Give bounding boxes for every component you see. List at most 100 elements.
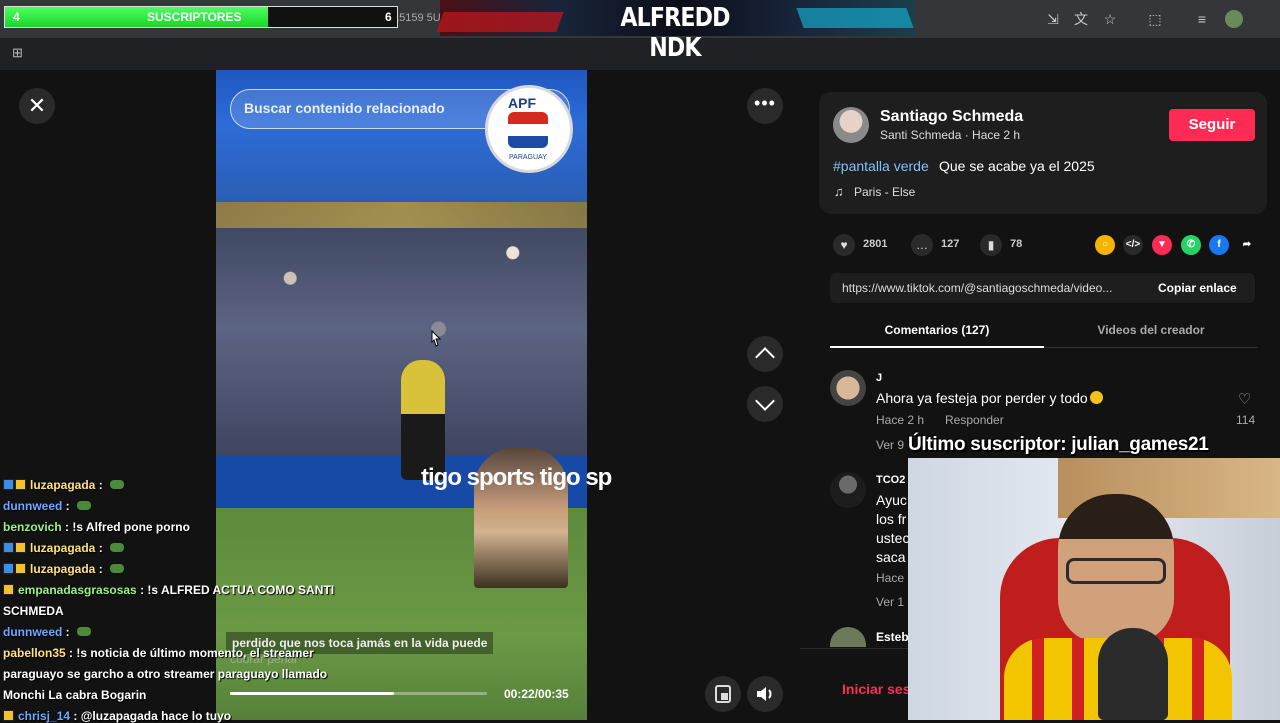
chat-username: benzovich [3,520,62,534]
comment-username[interactable]: TCO2 [876,474,905,486]
author-subtitle: Santi Schmeda · Hace 2 h [880,128,1021,142]
embed-icon[interactable]: </> [1123,235,1143,255]
comment-avatar[interactable] [830,472,866,508]
comment-text-line: saca [876,549,906,565]
chat-message: empanadasgrasosas : !s ALFRED ACTUA COMO… [3,583,334,597]
chat-badges-icon [3,563,27,575]
extensions-icon[interactable]: ⬚ [1146,10,1164,28]
chevron-down-icon [755,391,775,411]
share-link-text[interactable]: https://www.tiktok.com/@santiagoschmeda/… [842,281,1112,295]
stadium-stand [216,202,587,228]
bookmark-icon: ▮ [987,238,995,252]
subscriber-count: 4 [13,10,20,24]
heart-icon: ♥ [840,238,848,252]
like-button[interactable]: ♥ [833,234,855,256]
more-options-button[interactable]: ••• [747,88,783,124]
hashtag-link[interactable]: #pantalla verde [833,158,929,174]
streamer-webcam [908,458,1280,720]
translate-icon[interactable]: 文 [1072,10,1090,28]
comment-icon: … [916,238,928,252]
chat-message: SCHMEDA [3,604,64,618]
bookmark-star-icon[interactable]: ☆ [1101,10,1119,28]
chat-username: empanadasgrasosas [18,583,137,597]
chat-badges-icon [3,479,27,491]
subscriber-goal: 6 [385,10,392,24]
login-link[interactable]: Iniciar ses [842,681,911,697]
volume-icon [757,687,772,701]
chat-text: : [62,625,74,639]
chat-message: luzapagada : [3,562,125,576]
chat-message: dunnweed : [3,499,92,513]
comment-like-icon[interactable]: ♡ [1238,390,1251,408]
chat-message: dunnweed : [3,625,92,639]
close-button[interactable]: ✕ [19,88,55,124]
apf-logo-flag [508,112,548,148]
chat-username: dunnweed [3,625,63,639]
chat-emote-icon [110,480,125,489]
banner-cyan-stripe [796,8,914,28]
chat-text: : [62,499,74,513]
comment-like-count: 114 [1236,413,1256,427]
view-replies-link[interactable]: Ver 9 [876,438,904,452]
share-arrow-icon[interactable]: ➦ [1237,235,1257,255]
close-icon: ✕ [27,93,47,118]
next-video-button[interactable] [747,386,783,422]
emoji-icon [1089,391,1103,404]
chat-badge-icon [3,710,14,721]
comment-avatar[interactable] [830,370,866,406]
related-search-placeholder: Buscar contenido relacionado [244,100,445,116]
save-button[interactable]: ▮ [980,234,1002,256]
comment-username[interactable]: Esteb [876,630,909,644]
comment-text-body: Ahora ya festeja por perder y todo [876,390,1088,406]
chat-emote-icon [77,627,92,636]
chat-text: : [95,478,107,492]
webcam-microphone [1098,628,1168,720]
install-icon[interactable]: ⇲ [1044,10,1062,28]
comment-username[interactable]: J [876,372,882,384]
chat-text: : !s ALFRED ACTUA COMO SANTI [136,583,335,597]
copy-link-button[interactable]: Copiar enlace [1158,281,1237,295]
mouse-cursor-icon [431,330,442,347]
reply-button[interactable]: Responder [945,413,1004,427]
chat-message: Monchi La cabra Bogarin [3,688,146,702]
player-figure [401,360,445,480]
tab-comments[interactable]: Comentarios (127) [830,316,1044,348]
comment-text-line: los fr [876,511,907,527]
view-replies-link[interactable]: Ver 1 [876,595,904,609]
chat-username: dunnweed [3,499,63,513]
comment-count: 127 [941,238,960,250]
last-subscriber-label: Último suscriptor: julian_games21 [908,434,1209,455]
chat-username: chrisj_14 [18,709,71,723]
chat-message: paraguayo se garcho a otro streamer para… [3,667,327,681]
follow-button[interactable]: Seguir [1169,109,1255,141]
send-to-friend-icon[interactable]: ▼ [1152,235,1172,255]
coin-share-icon[interactable]: ○ [1095,235,1115,255]
apps-grid-icon[interactable]: ⊞ [12,45,26,60]
facebook-icon[interactable]: f [1209,235,1229,255]
tab-creator-videos[interactable]: Videos del creador [1044,316,1258,348]
chat-emote-icon [110,564,125,573]
chat-text: SCHMEDA [3,604,64,618]
chat-message: benzovich : !s Alfred pone porno [3,520,190,534]
previous-video-button[interactable] [747,336,783,372]
chat-badge-icon [3,584,14,595]
stream-chat: luzapagada : dunnweed : benzovich : !s A… [0,474,350,723]
music-link[interactable]: Paris - Else [854,185,915,199]
like-count: 2801 [863,238,888,250]
comment-text: Ahora ya festeja por perder y todo [876,390,1103,406]
picture-in-picture-button[interactable] [705,676,741,712]
chat-text: paraguayo se garcho a otro streamer para… [3,667,328,681]
volume-button[interactable] [747,676,783,712]
whatsapp-icon[interactable]: ✆ [1181,235,1201,255]
comment-time: Hace 2 h [876,413,925,427]
author-avatar[interactable] [833,107,869,143]
comment-button[interactable]: … [911,234,933,256]
chat-message: luzapagada : [3,541,125,555]
author-name[interactable]: Santiago Schmeda [880,108,1023,126]
chat-text: : [95,562,107,576]
profile-icon[interactable] [1225,10,1243,28]
chat-text: : !s noticia de último momento, el strea… [65,646,314,660]
chat-username: luzapagada [30,478,96,492]
chat-text: Monchi La cabra Bogarin [3,688,147,702]
reading-list-icon[interactable]: ≡ [1193,10,1211,28]
